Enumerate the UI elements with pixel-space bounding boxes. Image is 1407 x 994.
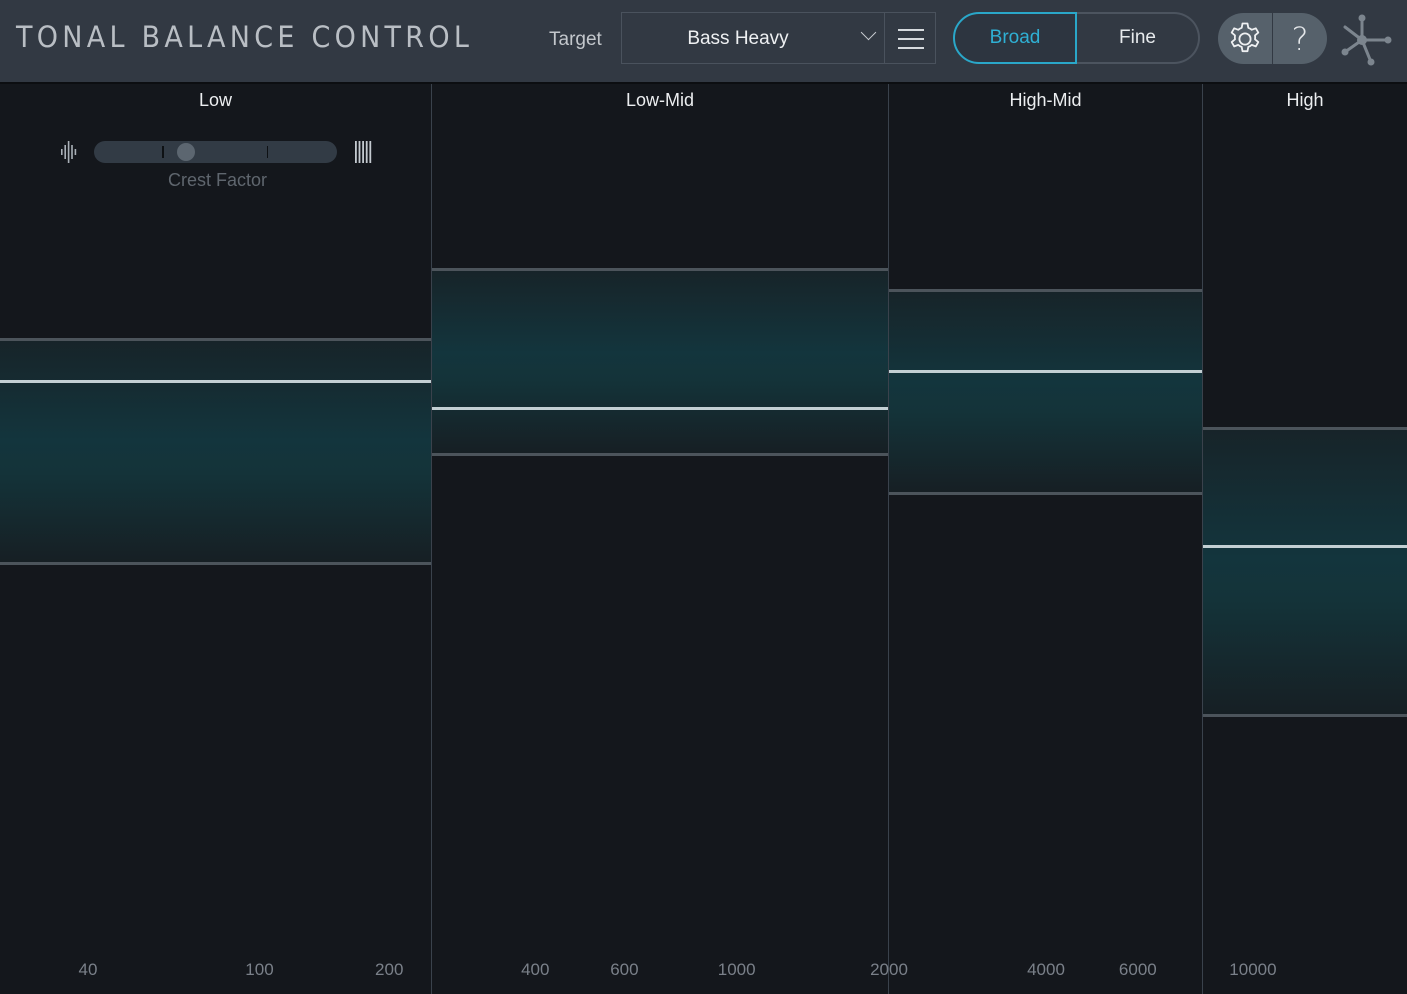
tonal-balance-meter: Low 40 100 200 Crest Factor Low-Mid 400 … <box>0 84 1407 994</box>
hamburger-menu-icon <box>898 38 924 40</box>
izotope-logo-icon[interactable] <box>1340 12 1392 66</box>
frequency-tick-label: 600 <box>610 960 639 979</box>
level-indicator <box>1203 545 1407 549</box>
crest-factor-control: Crest Factor <box>0 84 431 204</box>
level-indicator <box>889 369 1202 373</box>
crest-factor-label: Crest Factor <box>167 170 268 190</box>
band-title: High <box>1286 90 1324 110</box>
frequency-tick-label: 1000 <box>717 960 756 979</box>
band-column-high: High 10000 <box>1202 84 1407 994</box>
crest-factor-thumb[interactable] <box>177 143 196 161</box>
header-bar: TONAL BALANCE CONTROL Target Bass Heavy … <box>0 0 1407 84</box>
target-label: Target <box>549 29 602 50</box>
compressed-waveform-icon <box>355 141 372 163</box>
band-title: High-Mid <box>1009 90 1082 110</box>
band-column-low-mid: Low-Mid 400 600 1000 2000 <box>431 84 908 994</box>
frequency-tick-label: 200 <box>375 960 404 979</box>
target-menu-button[interactable] <box>884 12 936 64</box>
target-range <box>0 337 431 565</box>
fine-view-button[interactable]: Fine <box>1077 12 1200 64</box>
frequency-tick-label: 4000 <box>1027 960 1065 979</box>
band-column-low: Low 40 100 200 Crest Factor <box>0 84 431 994</box>
level-indicator <box>432 406 888 410</box>
gear-icon <box>1230 22 1260 52</box>
question-mark-icon: ? <box>1291 19 1309 58</box>
frequency-tick-label: 100 <box>245 960 274 979</box>
target-preset-value: Bass Heavy <box>687 28 789 49</box>
hamburger-menu-icon <box>898 29 924 31</box>
broad-view-button[interactable]: Broad <box>953 12 1077 64</box>
frequency-tick-label: 6000 <box>1118 960 1157 979</box>
target-range <box>432 267 888 457</box>
help-button[interactable]: ? <box>1273 13 1327 64</box>
target-preset-dropdown[interactable]: Bass Heavy <box>621 12 884 64</box>
hamburger-menu-icon <box>898 47 924 49</box>
crest-factor-tick <box>162 146 164 158</box>
chevron-down-icon <box>860 24 877 41</box>
transient-waveform-icon <box>61 141 77 163</box>
frequency-tick-label: 40 <box>78 960 98 979</box>
frequency-tick-label: 400 <box>521 960 550 979</box>
frequency-tick-label: 2000 <box>870 960 908 979</box>
target-range <box>1203 426 1407 717</box>
band-title: Low-Mid <box>625 90 695 110</box>
crest-factor-tick <box>266 146 269 158</box>
level-indicator <box>0 379 431 383</box>
settings-button[interactable] <box>1218 13 1272 64</box>
frequency-tick-label: 10000 <box>1229 960 1277 979</box>
app-title: TONAL BALANCE CONTROL <box>16 20 474 54</box>
band-column-high-mid: High-Mid 4000 6000 <box>888 84 1202 994</box>
target-range <box>889 288 1202 495</box>
crest-factor-slider[interactable] <box>94 141 337 163</box>
